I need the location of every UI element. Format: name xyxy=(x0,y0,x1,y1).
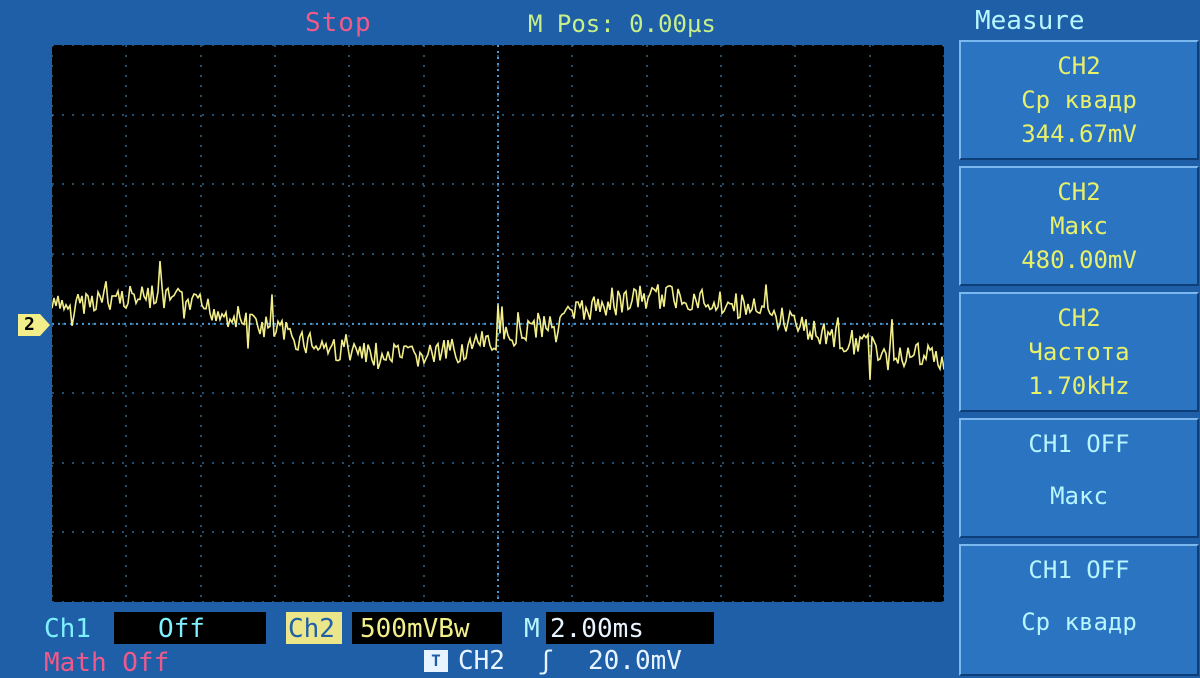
ch2-label: Ch2 xyxy=(288,614,335,644)
ch2-volts-per-div: 500mVBw xyxy=(360,614,470,644)
measure-value: 480.00mV xyxy=(1021,246,1137,274)
measure-slot-5[interactable]: CH1 OFF Ср квадр xyxy=(959,544,1199,676)
ch2-marker-number: 2 xyxy=(24,314,35,335)
measure-slot-2[interactable]: CH2 Макс 480.00mV xyxy=(959,166,1199,286)
measure-slot-3[interactable]: CH2 Частота 1.70kHz xyxy=(959,292,1199,412)
measure-type: Частота xyxy=(1028,338,1130,366)
graticule xyxy=(52,45,944,602)
channel-status-bar: Ch1 Off Ch2 500mVBw M 2.00ms Math Off T … xyxy=(0,604,955,678)
measure-type: Макс xyxy=(1050,212,1108,240)
ch2-waveform-trace xyxy=(52,260,944,380)
run-state-label[interactable]: Stop xyxy=(305,8,372,38)
timebase-value: 2.00ms xyxy=(550,614,644,644)
trigger-icon: T xyxy=(424,650,448,672)
measure-source: CH2 xyxy=(1057,178,1101,206)
main-timebase-label: M xyxy=(524,614,540,644)
ch1-value: Off xyxy=(158,614,205,644)
measure-source: CH1 OFF xyxy=(1028,430,1130,458)
measure-slot-4[interactable]: CH1 OFF Макс xyxy=(959,418,1199,538)
measure-value: 344.67mV xyxy=(1021,120,1137,148)
measure-source: CH2 xyxy=(1057,52,1101,80)
rising-edge-icon: ʃ xyxy=(538,646,554,676)
math-status: Math Off xyxy=(44,648,170,678)
measure-type: Ср квадр xyxy=(1021,608,1137,636)
measure-slot-1[interactable]: CH2 Ср квадр 344.67mV xyxy=(959,40,1199,160)
horizontal-position-label: M Pos: 0.00µs xyxy=(528,10,716,38)
measure-source: CH2 xyxy=(1057,304,1101,332)
measure-panel: Measure CH2 Ср квадр 344.67mV CH2 Макс 4… xyxy=(955,0,1200,676)
measure-title: Measure xyxy=(975,6,1085,36)
measure-type: Ср квадр xyxy=(1021,86,1137,114)
ch2-level-marker: 2 xyxy=(18,314,50,336)
waveform-display xyxy=(52,45,944,602)
trigger-level: 20.0mV xyxy=(588,646,682,676)
measure-source: CH1 OFF xyxy=(1028,556,1130,584)
status-bar: Stop M Pos: 0.00µs xyxy=(0,0,960,44)
measure-value: 1.70kHz xyxy=(1028,372,1130,400)
ch1-label: Ch1 xyxy=(44,614,91,644)
measure-type: Макс xyxy=(1050,482,1108,510)
trigger-source: CH2 xyxy=(458,646,505,676)
